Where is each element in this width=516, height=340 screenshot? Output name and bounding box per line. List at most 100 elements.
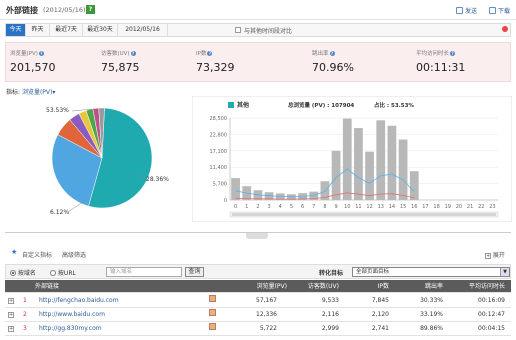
date-range-bar: 今天 昨天 最近7天 最近30天 2012/05/16 与其他时间段对比: [5, 23, 511, 37]
row-index: 2: [23, 311, 27, 318]
x-tick-label: 19: [445, 204, 451, 210]
row-avg-time: 00:04:15: [478, 325, 505, 332]
col-header-bounce[interactable]: 跳出率: [403, 280, 443, 293]
compare-label: 与其他时间段对比: [244, 28, 293, 35]
expand-icon: +: [485, 253, 491, 259]
metric-bounce: 跳出率? 70.96%: [312, 50, 354, 74]
x-tick-label: 10: [344, 204, 350, 210]
page-date: (2012/05/16): [43, 6, 86, 14]
x-tick-label: 2: [256, 204, 259, 210]
x-tick-label: 22: [478, 204, 484, 210]
download-button[interactable]: 下载: [489, 6, 510, 15]
compare-checkbox[interactable]: [235, 27, 241, 33]
chart-frame: [192, 96, 512, 222]
expand-link[interactable]: + 展开: [485, 250, 505, 259]
custom-metrics-link[interactable]: 自定义指标: [22, 250, 52, 259]
col-header-uv[interactable]: 访客数(UV): [291, 280, 339, 293]
radio-by-url[interactable]: 按URL: [50, 268, 76, 277]
row-bounce: 33.19%: [420, 311, 443, 318]
row-ip: 2,120: [371, 311, 389, 318]
metric-uv-value: 75,875: [101, 61, 140, 74]
goal-select[interactable]: 全部页面目标 ▼: [352, 267, 510, 277]
query-button[interactable]: 查询: [185, 267, 204, 277]
expand-row-icon[interactable]: +: [8, 294, 14, 308]
pin-icon[interactable]: [502, 26, 508, 32]
expand-row-icon[interactable]: +: [8, 322, 14, 336]
bar: [387, 125, 397, 200]
metric-uv: 访客数(UV)? 75,875: [101, 50, 140, 74]
info-icon[interactable]: ?: [207, 50, 213, 56]
x-tick-label: 5: [290, 204, 293, 210]
metric-avg-time: 平均访问时长? 00:11:31: [416, 50, 466, 74]
row-bounce: 30.33%: [420, 297, 443, 304]
chart-scroll-thumb: [232, 213, 496, 216]
indicator-value[interactable]: 浏览量(PV)▾: [22, 89, 55, 96]
y-tick-label: 0: [224, 198, 227, 204]
col-header-avg-time[interactable]: 平均访问时长: [445, 280, 505, 293]
pie-chart: 53.53% 28.36% 6.12%: [46, 107, 169, 216]
collapse-toggle[interactable]: [246, 233, 268, 239]
pie-label: 53.53%: [46, 107, 69, 114]
row-uv: 2,116: [321, 311, 339, 318]
filter-bar: 按域名 按URL 输入域名 查询 转化目标 全部页面目标 ▼: [5, 264, 511, 279]
bar: [231, 178, 240, 200]
radio-icon: [50, 270, 56, 276]
col-header-pv[interactable]: 浏览量(PV): [225, 280, 287, 293]
tab-today[interactable]: 今天: [6, 24, 26, 36]
x-tick-label: 7: [312, 204, 315, 210]
link-thumbnail-icon[interactable]: [209, 322, 216, 336]
star-icon: ★: [11, 248, 18, 256]
col-header-ip[interactable]: IP数: [351, 280, 389, 293]
metric-pv: 浏览量(PV)? 201,570: [10, 50, 56, 74]
info-icon[interactable]: ?: [38, 50, 44, 56]
bar: [409, 171, 419, 200]
table-header: 外部链接 浏览量(PV) 访客数(UV) IP数 跳出率 平均访问时长: [5, 280, 511, 293]
x-tick-label: 9: [334, 204, 337, 210]
row-url-link[interactable]: http://gg.830my.com: [39, 322, 102, 336]
advanced-filter-link[interactable]: 高级筛选: [62, 250, 86, 259]
indicator-selector[interactable]: 指标: 浏览量(PV)▾: [6, 87, 55, 96]
x-tick-label: 23: [489, 204, 495, 210]
metric-ip-value: 73,329: [196, 61, 235, 74]
page-title: 外部链接: [6, 6, 38, 15]
bar: [398, 139, 408, 200]
date-picker[interactable]: 2012/05/16: [118, 24, 168, 36]
config-bar: ★ 自定义指标 高级筛选 + 展开: [5, 246, 511, 260]
tab-last-30-days[interactable]: 最近30天: [83, 24, 118, 36]
row-index: 3: [23, 325, 27, 332]
radio-by-domain[interactable]: 按域名: [10, 268, 36, 277]
bar: [354, 128, 363, 200]
row-ip: 2,741: [371, 325, 389, 332]
send-button[interactable]: 发送: [456, 6, 477, 15]
tab-yesterday[interactable]: 昨天: [26, 24, 50, 36]
expand-row-icon[interactable]: +: [8, 308, 14, 322]
x-tick-label: 0: [234, 204, 237, 210]
legend-swatch: [228, 102, 234, 108]
x-tick-label: 1: [245, 204, 248, 210]
metric-bounce-value: 70.96%: [312, 61, 354, 74]
row-url-link[interactable]: http://fengchao.baidu.com: [39, 294, 119, 308]
x-tick-label: 18: [433, 204, 439, 210]
pie-label: 6.12%: [50, 209, 69, 216]
info-icon[interactable]: ?: [329, 50, 335, 56]
info-icon[interactable]: ?: [130, 50, 136, 56]
x-tick-label: 4: [279, 204, 282, 210]
row-pv: 12,336: [256, 311, 277, 318]
y-tick-label: 11,400: [210, 165, 228, 171]
help-icon[interactable]: ?: [86, 5, 95, 14]
row-url-link[interactable]: http://www.baidu.com: [39, 308, 105, 322]
x-tick-label: 20: [456, 204, 462, 210]
table-row: + 3 http://gg.830my.com 5,722 2,999 2,74…: [5, 322, 511, 336]
link-thumbnail-icon[interactable]: [209, 308, 216, 322]
row-avg-time: 00:16:09: [478, 297, 505, 304]
metric-ip: IP数? 73,329: [196, 50, 235, 74]
x-tick-label: 16: [411, 204, 417, 210]
radio-icon: [10, 270, 16, 276]
legend-share: 占比 : 53.53%: [374, 101, 414, 109]
link-thumbnail-icon[interactable]: [209, 294, 216, 308]
table-row: + 2 http://www.baidu.com 12,336 2,116 2,…: [5, 308, 511, 322]
domain-search-input[interactable]: 输入域名: [106, 267, 182, 277]
col-header-url[interactable]: 外部链接: [35, 280, 59, 293]
tab-last-7-days[interactable]: 最近7天: [50, 24, 83, 36]
info-icon[interactable]: ?: [450, 50, 456, 56]
